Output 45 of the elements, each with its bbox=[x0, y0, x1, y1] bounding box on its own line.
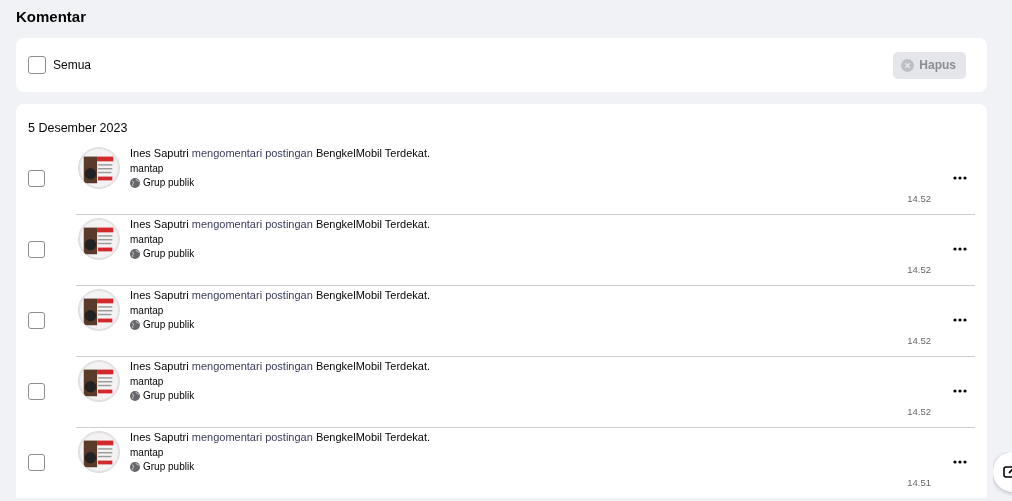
comment-time: 14.51 bbox=[907, 477, 931, 488]
post-thumbnail bbox=[78, 289, 120, 331]
comment-text: mantap bbox=[130, 234, 165, 245]
page-title: Komentar bbox=[16, 8, 86, 25]
globe-icon bbox=[130, 461, 140, 472]
audience-label: Grup publik bbox=[143, 177, 195, 188]
checkbox[interactable] bbox=[28, 170, 45, 187]
checkbox[interactable] bbox=[28, 383, 45, 400]
activity-text: Ines Saputri mengomentari postingan BengkelMobil Terdekat. bbox=[130, 431, 432, 444]
post-thumbnail bbox=[78, 431, 120, 473]
globe-icon bbox=[130, 177, 140, 188]
activity-text: Ines Saputri mengomentari postingan BengkelMobil Terdekat. bbox=[130, 360, 432, 373]
activity-text: Ines Saputri mengomentari postingan BengkelMobil Terdekat. bbox=[130, 289, 432, 302]
globe-icon bbox=[130, 390, 140, 401]
activity-text: Ines Saputri mengomentari postingan BengkelMobil Terdekat. bbox=[130, 147, 432, 160]
comment-text: mantap bbox=[130, 376, 165, 387]
comment-text: mantap bbox=[130, 163, 165, 174]
comment-time: 14.52 bbox=[907, 406, 931, 417]
checkbox[interactable] bbox=[28, 56, 46, 74]
comment-text: mantap bbox=[130, 447, 165, 458]
checkbox[interactable] bbox=[28, 312, 45, 329]
more-options-icon[interactable] bbox=[953, 176, 967, 180]
more-options-icon[interactable] bbox=[953, 389, 967, 393]
date-heading: 5 Desember 2023 bbox=[28, 121, 128, 135]
post-thumbnail bbox=[78, 218, 120, 260]
more-options-icon[interactable] bbox=[953, 318, 967, 322]
audience-label: Grup publik bbox=[143, 461, 195, 472]
audience-label: Grup publik bbox=[143, 248, 195, 259]
post-thumbnail bbox=[78, 147, 120, 189]
comment-text: mantap bbox=[130, 305, 165, 316]
comment-time: 14.52 bbox=[907, 264, 931, 275]
more-options-icon[interactable] bbox=[953, 460, 967, 464]
close-icon bbox=[901, 58, 915, 72]
comment-time: 14.52 bbox=[907, 335, 931, 346]
globe-icon bbox=[130, 248, 140, 259]
globe-icon bbox=[130, 319, 140, 330]
checkbox[interactable] bbox=[28, 454, 45, 471]
audience-label: Grup publik bbox=[143, 319, 195, 330]
audience-label: Grup publik bbox=[143, 390, 195, 401]
post-thumbnail bbox=[78, 360, 120, 402]
checkbox[interactable] bbox=[28, 241, 45, 258]
select-all-label: Semua bbox=[53, 58, 92, 72]
more-options-icon[interactable] bbox=[953, 247, 967, 251]
comment-time: 14.52 bbox=[907, 193, 931, 204]
activity-text: Ines Saputri mengomentari postingan BengkelMobil Terdekat. bbox=[130, 218, 432, 231]
